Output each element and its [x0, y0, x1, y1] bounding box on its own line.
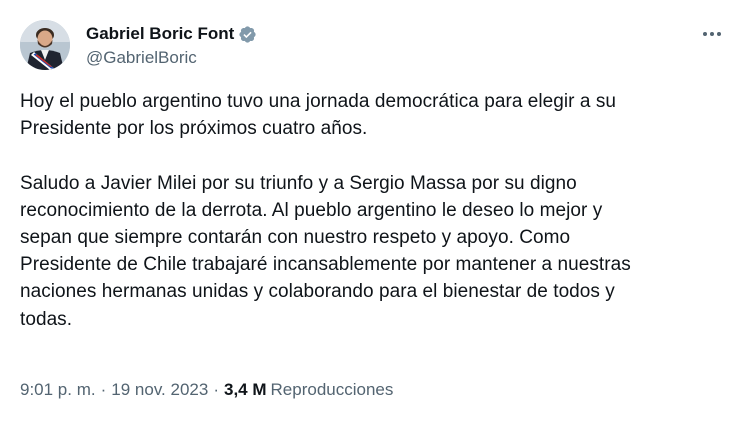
meta-separator: ·	[213, 380, 219, 399]
author-handle[interactable]: @GabrielBoric	[86, 48, 257, 68]
tweet-time: 9:01 p. m.	[20, 380, 96, 399]
views-count[interactable]: 3,4 M	[224, 380, 267, 400]
tweet-text: Hoy el pueblo argentino tuvo una jornada…	[20, 91, 631, 330]
display-name-row: Gabriel Boric Font	[86, 23, 257, 45]
verified-badge-icon[interactable]	[238, 25, 257, 44]
meta-separator: ·	[100, 380, 107, 399]
avatar[interactable]	[20, 20, 70, 70]
views-label: Reproducciones	[270, 380, 394, 399]
more-options-button[interactable]	[697, 22, 727, 46]
tweet-header: Gabriel Boric Font @GabrielBoric	[20, 20, 727, 72]
tweet-meta: 9:01 p. m. · 19 nov. 2023 · 3,4 M Reprod…	[20, 378, 393, 402]
ellipsis-icon	[703, 32, 721, 36]
tweet-card: Gabriel Boric Font @GabrielBoric Hoy el …	[0, 0, 747, 427]
author-display-name[interactable]: Gabriel Boric Font	[86, 24, 234, 44]
tweet-date: 19 nov. 2023	[111, 380, 209, 399]
profile-photo-icon	[20, 20, 70, 70]
author-names: Gabriel Boric Font @GabrielBoric	[86, 23, 257, 68]
tweet-time-link[interactable]: 9:01 p. m.	[20, 380, 96, 400]
tweet-date-link[interactable]: 19 nov. 2023	[111, 380, 208, 400]
